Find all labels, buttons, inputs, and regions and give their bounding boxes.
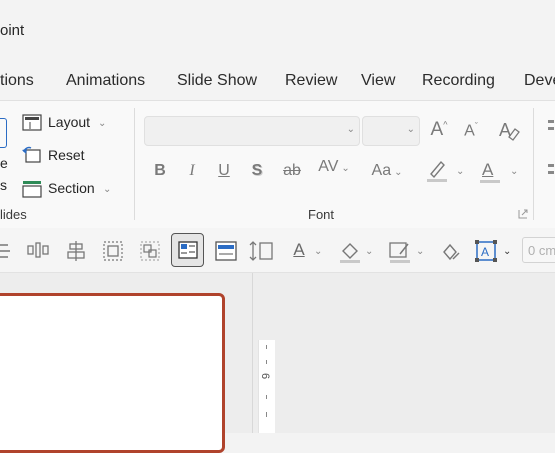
- distribute-icon[interactable]: [27, 240, 49, 260]
- tab-developer[interactable]: Deve: [524, 72, 555, 90]
- change-case-label: Aa: [371, 162, 392, 179]
- layout-label: Layout: [48, 114, 91, 130]
- dialog-launcher-icon[interactable]: [518, 209, 528, 219]
- chevron-down-icon: ⌄: [98, 118, 107, 129]
- svg-text:A: A: [481, 245, 489, 259]
- effects-icon[interactable]: [438, 240, 462, 264]
- ruler-tick: [266, 395, 267, 399]
- text-shadow-button[interactable]: S: [247, 162, 267, 180]
- chevron-down-icon[interactable]: ⌄: [314, 246, 322, 257]
- align-icon[interactable]: [0, 241, 12, 261]
- text-effects-icon: A: [475, 240, 497, 262]
- font-color-icon[interactable]: A: [288, 240, 310, 260]
- reset-label: Reset: [48, 147, 85, 163]
- group-divider: [134, 108, 135, 220]
- shrink-font-label: A: [464, 122, 475, 140]
- text-size-icon[interactable]: [249, 240, 275, 262]
- outline-icon[interactable]: [388, 240, 412, 264]
- strikethrough-button[interactable]: ab: [280, 162, 304, 180]
- slides-group-label: lides: [0, 207, 27, 222]
- tab-slide-show[interactable]: Slide Show: [177, 72, 257, 90]
- layout-icon: [22, 114, 42, 131]
- highlight-icon[interactable]: [425, 158, 449, 184]
- paragraph-align-icon[interactable]: [548, 164, 555, 184]
- section-button[interactable]: Section ⌄: [22, 179, 116, 201]
- ruler-tick: [266, 360, 267, 364]
- grow-font-button[interactable]: A^: [428, 119, 450, 141]
- title-bar: [0, 0, 555, 62]
- selection-pane-button[interactable]: [171, 233, 204, 267]
- chevron-down-icon[interactable]: ⌄: [503, 246, 511, 257]
- shape-width-placeholder: 0 cm: [528, 243, 555, 258]
- shrink-font-button[interactable]: Aˇ: [461, 121, 481, 140]
- character-spacing-label: AV: [318, 158, 339, 175]
- shape-width-input[interactable]: 0 cm: [522, 237, 555, 263]
- font-color-icon[interactable]: A: [478, 158, 502, 184]
- tab-recording[interactable]: Recording: [422, 72, 495, 90]
- chevron-down-icon[interactable]: ⌄: [456, 166, 464, 177]
- text-box-icon[interactable]: [215, 241, 237, 261]
- bold-button[interactable]: B: [150, 162, 170, 180]
- font-color-label: A: [482, 160, 494, 179]
- underline-button[interactable]: U: [214, 162, 234, 180]
- grow-font-label: A: [430, 119, 444, 140]
- tab-review[interactable]: Review: [285, 72, 337, 90]
- character-spacing-button[interactable]: AV ⌄: [314, 158, 354, 182]
- chevron-down-icon: ⌄: [103, 184, 112, 195]
- chevron-down-icon[interactable]: ⌄: [510, 166, 518, 177]
- font-group-label: Font: [308, 207, 335, 222]
- reset-icon: [22, 146, 41, 163]
- change-case-button[interactable]: Aa ⌄: [367, 162, 407, 180]
- reset-button[interactable]: Reset: [22, 146, 92, 168]
- ungroup-icon[interactable]: [139, 240, 161, 262]
- section-icon: [22, 181, 42, 198]
- selection-pane-icon: [178, 241, 198, 259]
- shape-format-button[interactable]: A: [475, 240, 497, 262]
- pane-divider[interactable]: [252, 273, 253, 433]
- font-size-combo[interactable]: ⌄: [362, 116, 420, 146]
- tab-transitions[interactable]: tions: [0, 72, 34, 90]
- layout-button[interactable]: Layout ⌄: [22, 113, 106, 135]
- align-center-icon[interactable]: [66, 240, 86, 262]
- fill-icon[interactable]: [338, 240, 362, 264]
- font-color-swatch: [480, 180, 500, 183]
- ruler-tick: [266, 412, 267, 417]
- chevron-down-icon: ⌄: [406, 124, 415, 135]
- chevron-down-icon[interactable]: ⌄: [416, 246, 424, 257]
- font-name-combo[interactable]: ⌄: [144, 116, 360, 146]
- group-divider: [533, 108, 534, 220]
- section-label: Section: [48, 180, 95, 196]
- slide-thumbnail[interactable]: [0, 293, 225, 453]
- tab-view[interactable]: View: [361, 72, 395, 90]
- group-objects-icon[interactable]: [102, 240, 124, 262]
- ruler-number: 6: [259, 372, 272, 380]
- chevron-down-icon: ⌄: [341, 163, 350, 174]
- vertical-ruler: 6: [258, 340, 275, 433]
- paragraph-list-icon[interactable]: [548, 120, 555, 140]
- italic-button[interactable]: I: [182, 162, 202, 180]
- ruler-tick: [266, 345, 267, 349]
- chevron-down-icon[interactable]: ⌄: [365, 246, 373, 257]
- reuse-slides-partial-label: s: [0, 177, 7, 193]
- app-title: oint: [0, 22, 25, 39]
- tab-animations[interactable]: Animations: [66, 72, 145, 90]
- clear-format-icon[interactable]: A: [497, 119, 521, 141]
- chevron-down-icon: ⌄: [346, 124, 355, 135]
- new-slide-partial-label: e: [0, 155, 8, 171]
- chevron-down-icon: ⌄: [394, 167, 403, 178]
- new-slide-icon[interactable]: [0, 118, 7, 148]
